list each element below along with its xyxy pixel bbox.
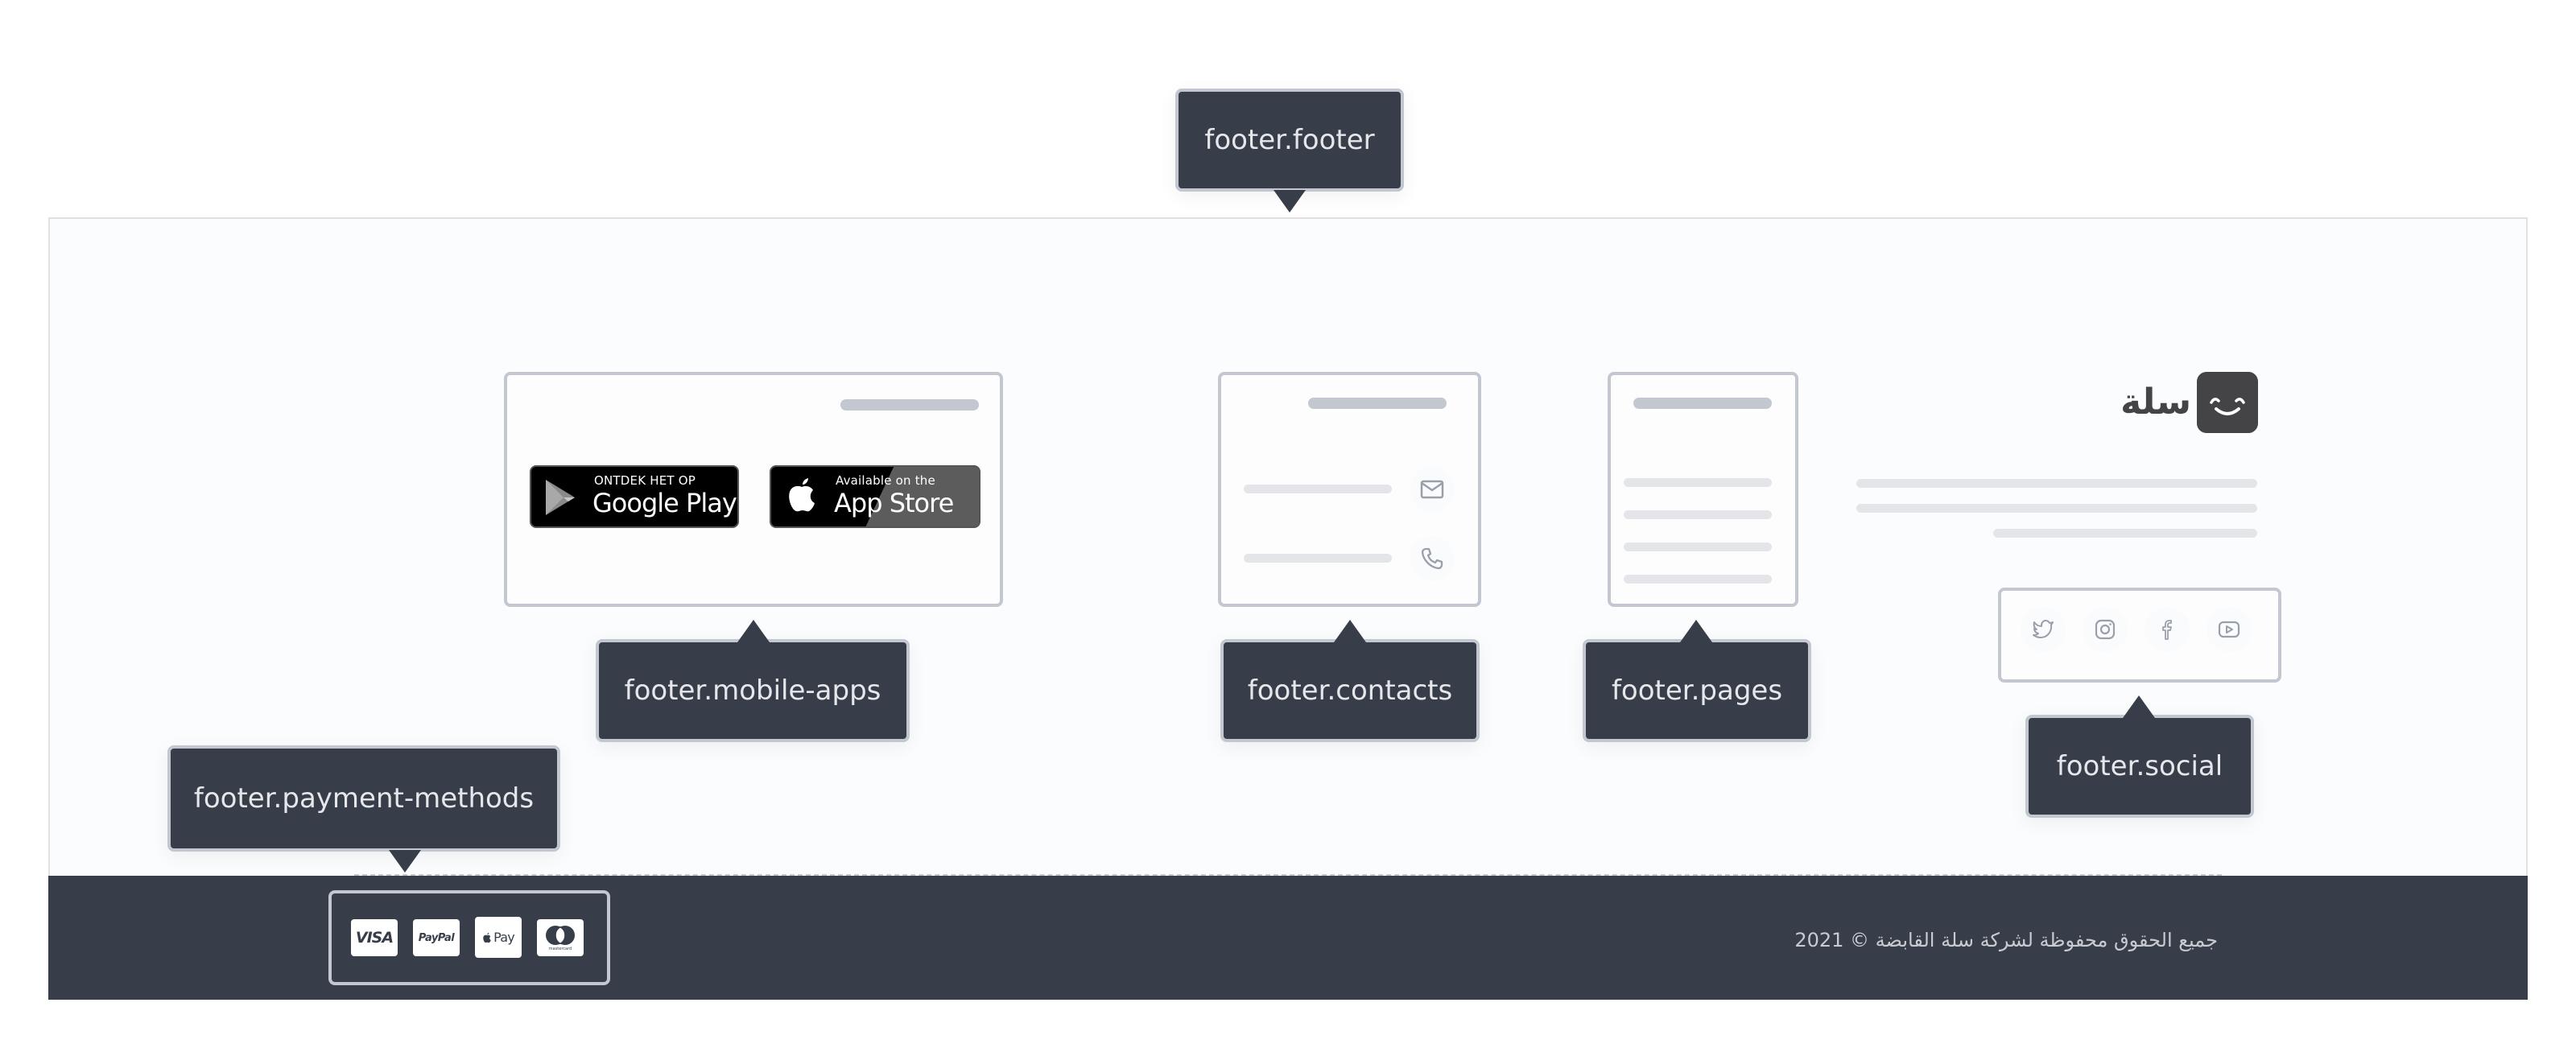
brand-description-line (1856, 504, 2257, 513)
apple-pay-icon: Pay (475, 917, 522, 958)
payment-methods-section: VISA PayPal Pay mastercard (328, 890, 610, 985)
page-link-placeholder[interactable] (1624, 478, 1772, 487)
contacts-heading-placeholder (1308, 398, 1447, 409)
paypal-icon: PayPal (413, 919, 460, 956)
page-link-placeholder[interactable] (1624, 510, 1772, 519)
brand-description-line (1856, 479, 2257, 488)
contacts-section (1218, 372, 1481, 607)
tooltip-pages: footer.pages (1583, 639, 1811, 742)
mobile-apps-section: ONTDEK HET OP Google Play Available on t… (504, 372, 1003, 607)
visa-icon: VISA (351, 919, 398, 956)
tooltip-payment-methods-arrow (389, 850, 421, 873)
mastercard-circles-icon (546, 926, 575, 945)
contact-email[interactable] (1410, 467, 1455, 512)
pages-heading-placeholder (1633, 398, 1772, 409)
tooltip-contacts-arrow (1334, 620, 1366, 642)
tooltip-pages-arrow (1680, 620, 1712, 642)
tooltip-social-arrow (2123, 695, 2155, 718)
app-store-title: App Store (834, 488, 954, 518)
apple-pay-logo-icon (483, 932, 491, 943)
apple-pay-label: Pay (493, 930, 515, 945)
social-section (1998, 588, 2281, 683)
social-facebook[interactable] (2145, 607, 2190, 652)
app-store-badge[interactable]: Available on the App Store (770, 465, 980, 528)
contact-phone-placeholder (1244, 554, 1392, 563)
mobile-apps-heading-placeholder (840, 399, 979, 411)
page-link-placeholder[interactable] (1624, 543, 1772, 551)
tooltip-payment-methods-label: footer.payment-methods (193, 782, 535, 815)
social-twitter[interactable] (2021, 607, 2066, 652)
tooltip-mobile-apps-arrow (737, 620, 770, 642)
smile-face-icon (2210, 398, 2245, 415)
google-play-title: Google Play (592, 488, 737, 518)
brand-logo[interactable] (2197, 372, 2258, 433)
contact-email-placeholder (1244, 485, 1392, 493)
brand-description-line (1993, 529, 2257, 538)
tooltip-footer-label: footer.footer (1204, 124, 1375, 156)
tooltip-payment-methods: footer.payment-methods (167, 745, 560, 852)
google-play-badge[interactable]: ONTDEK HET OP Google Play (530, 465, 739, 528)
tooltip-contacts-label: footer.contacts (1247, 675, 1453, 707)
app-store-caption: Available on the (836, 473, 935, 488)
contact-phone[interactable] (1410, 536, 1455, 581)
apple-icon (789, 478, 815, 512)
visa-label: VISA (355, 929, 394, 947)
google-play-caption: ONTDEK HET OP (594, 473, 696, 488)
page-link-placeholder[interactable] (1624, 575, 1772, 584)
mail-icon (1420, 480, 1444, 499)
youtube-icon (2218, 621, 2240, 638)
tooltip-footer-arrow (1274, 190, 1306, 212)
copyright-text: جميع الحقوق محفوظة لشركة سلة القابضة © 2… (1794, 929, 2218, 951)
mastercard-label: mastercard (548, 947, 572, 951)
twitter-icon (2033, 620, 2054, 638)
google-play-icon (546, 480, 575, 515)
tooltip-pages-label: footer.pages (1611, 675, 1783, 707)
tooltip-contacts: footer.contacts (1220, 639, 1480, 742)
mastercard-icon: mastercard (537, 919, 584, 956)
social-youtube[interactable] (2207, 607, 2252, 652)
phone-icon (1421, 547, 1443, 570)
tooltip-mobile-apps: footer.mobile-apps (596, 639, 910, 742)
tooltip-mobile-apps-label: footer.mobile-apps (624, 675, 881, 707)
tooltip-footer: footer.footer (1175, 89, 1404, 192)
social-instagram[interactable] (2083, 607, 2128, 652)
brand-name: سلة (2120, 382, 2191, 423)
facebook-icon (2162, 620, 2172, 640)
tooltip-social: footer.social (2025, 715, 2254, 818)
tooltip-social-label: footer.social (2056, 750, 2223, 782)
paypal-label: PayPal (418, 931, 455, 944)
instagram-icon (2095, 619, 2116, 640)
pages-section (1608, 372, 1798, 607)
